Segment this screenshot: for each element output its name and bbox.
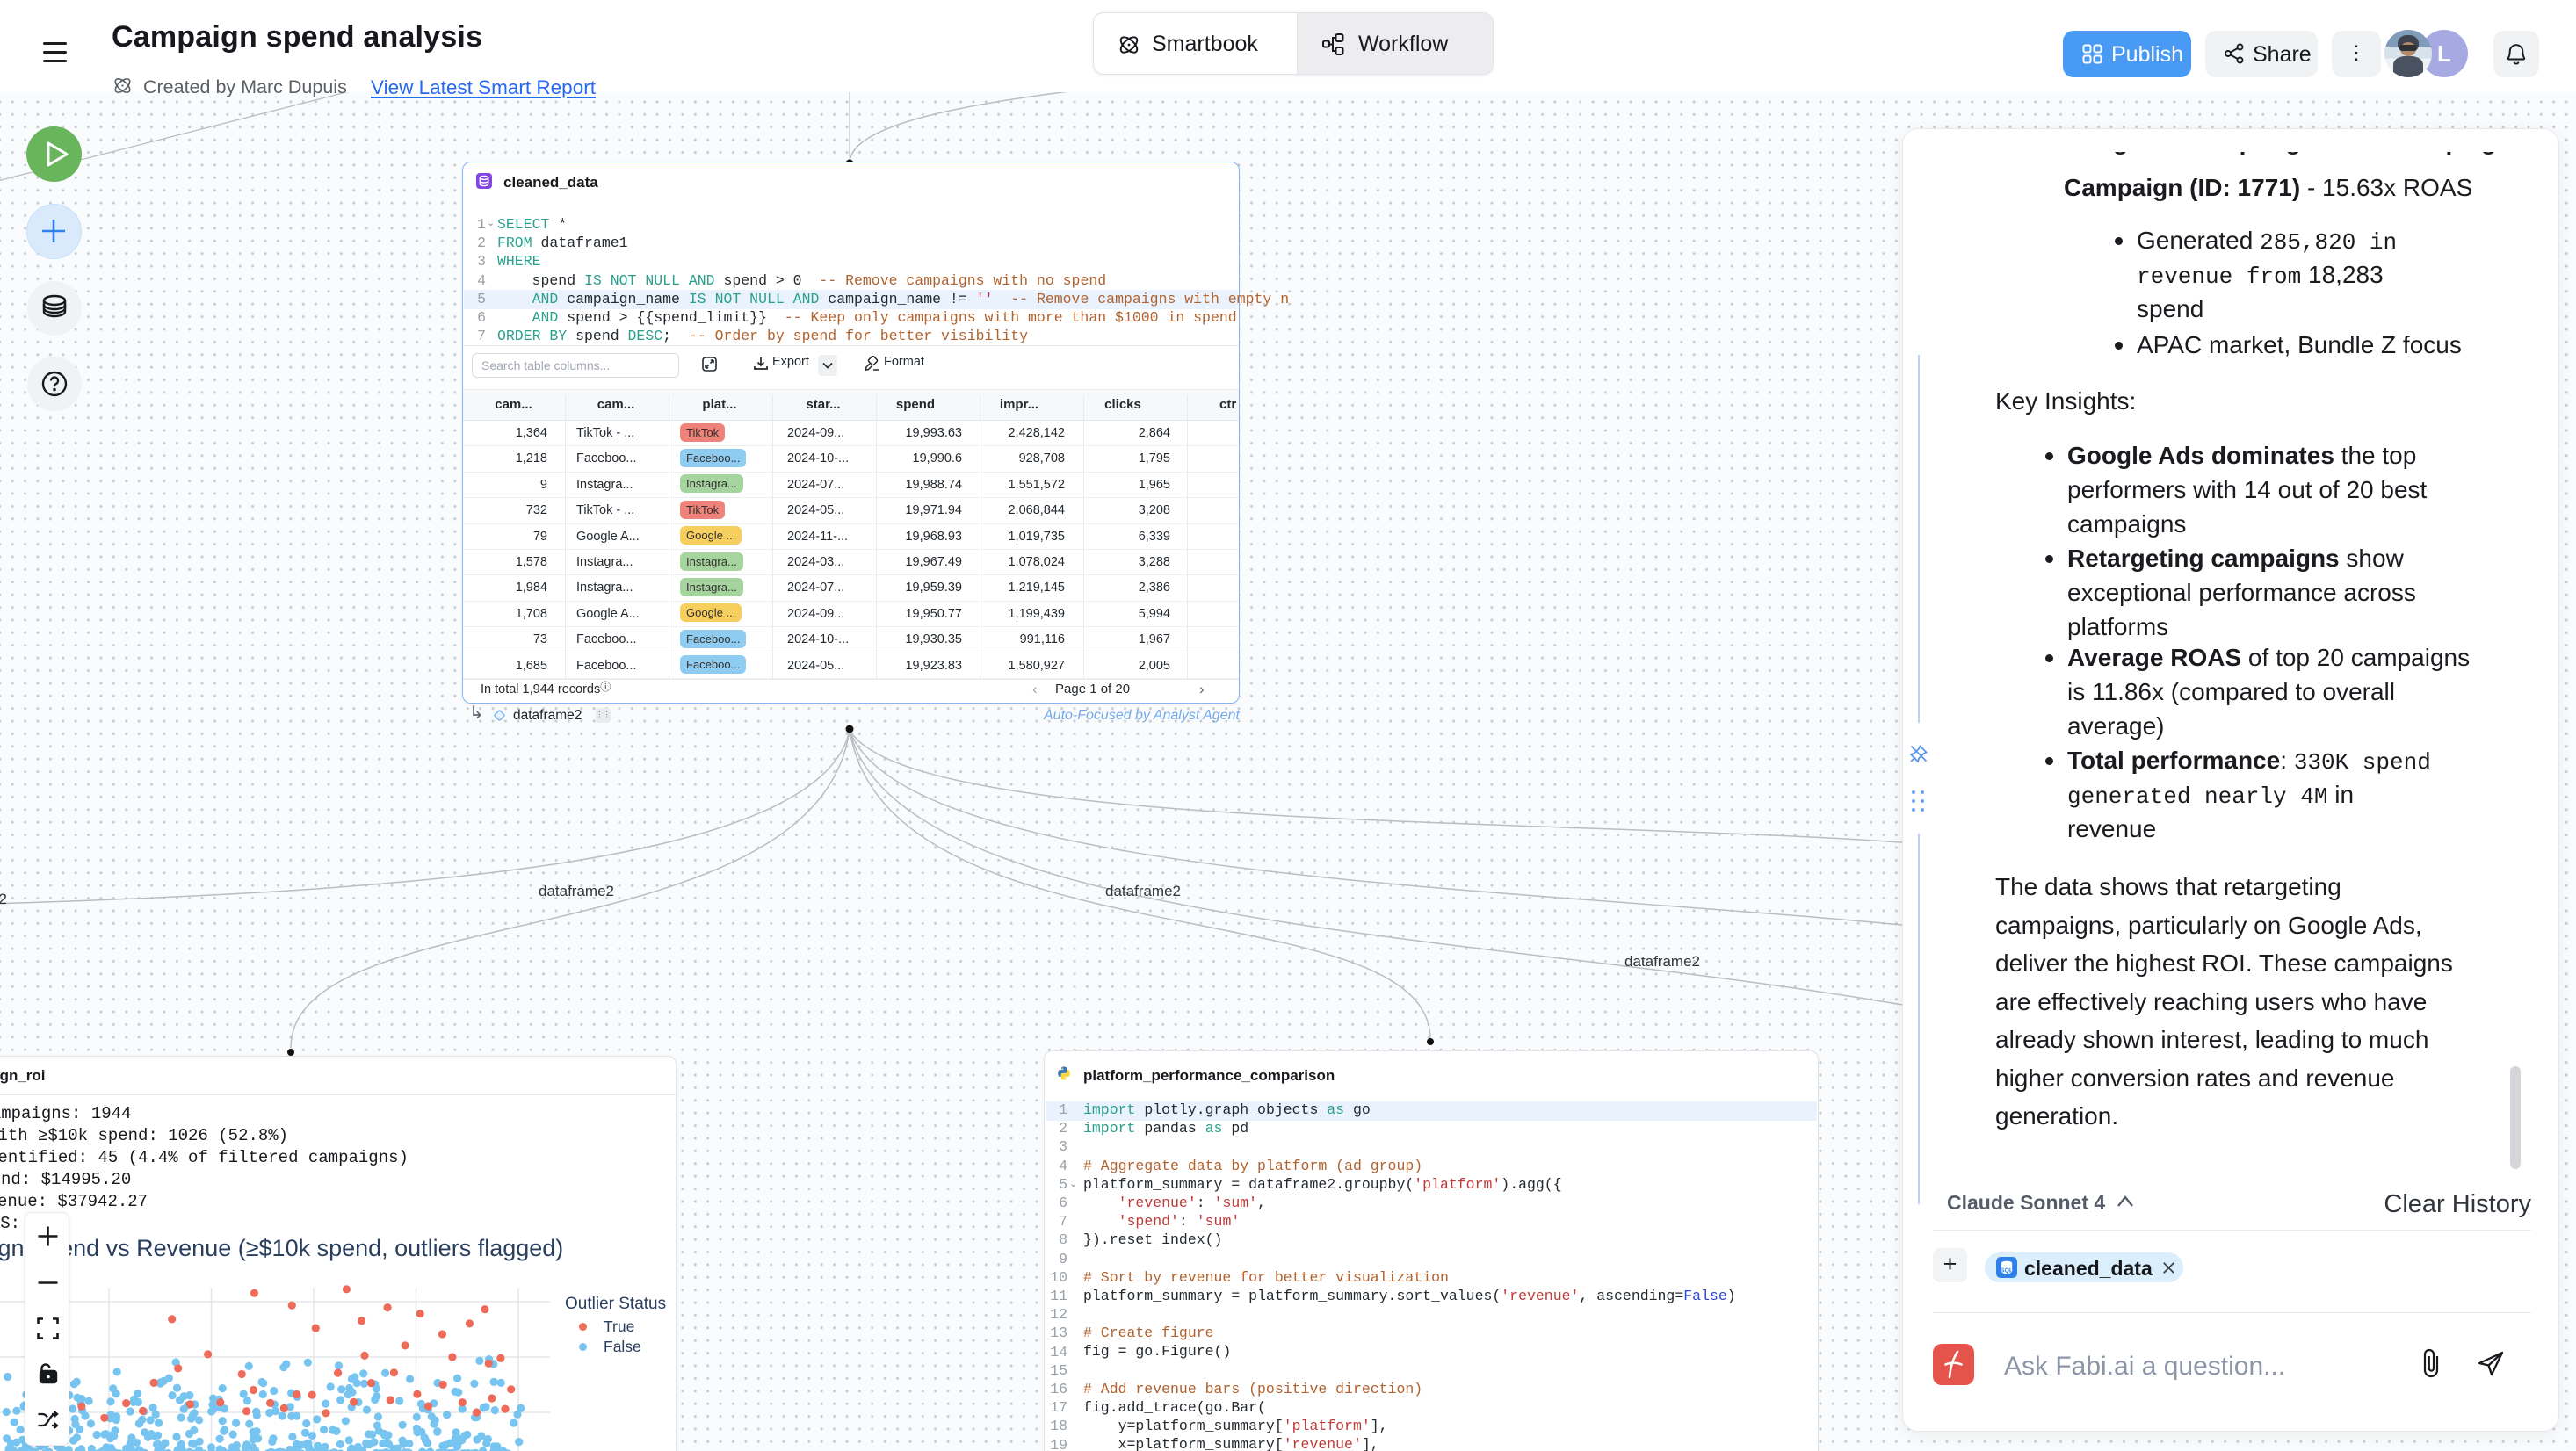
svg-text:SQL: SQL — [2001, 1268, 2014, 1274]
